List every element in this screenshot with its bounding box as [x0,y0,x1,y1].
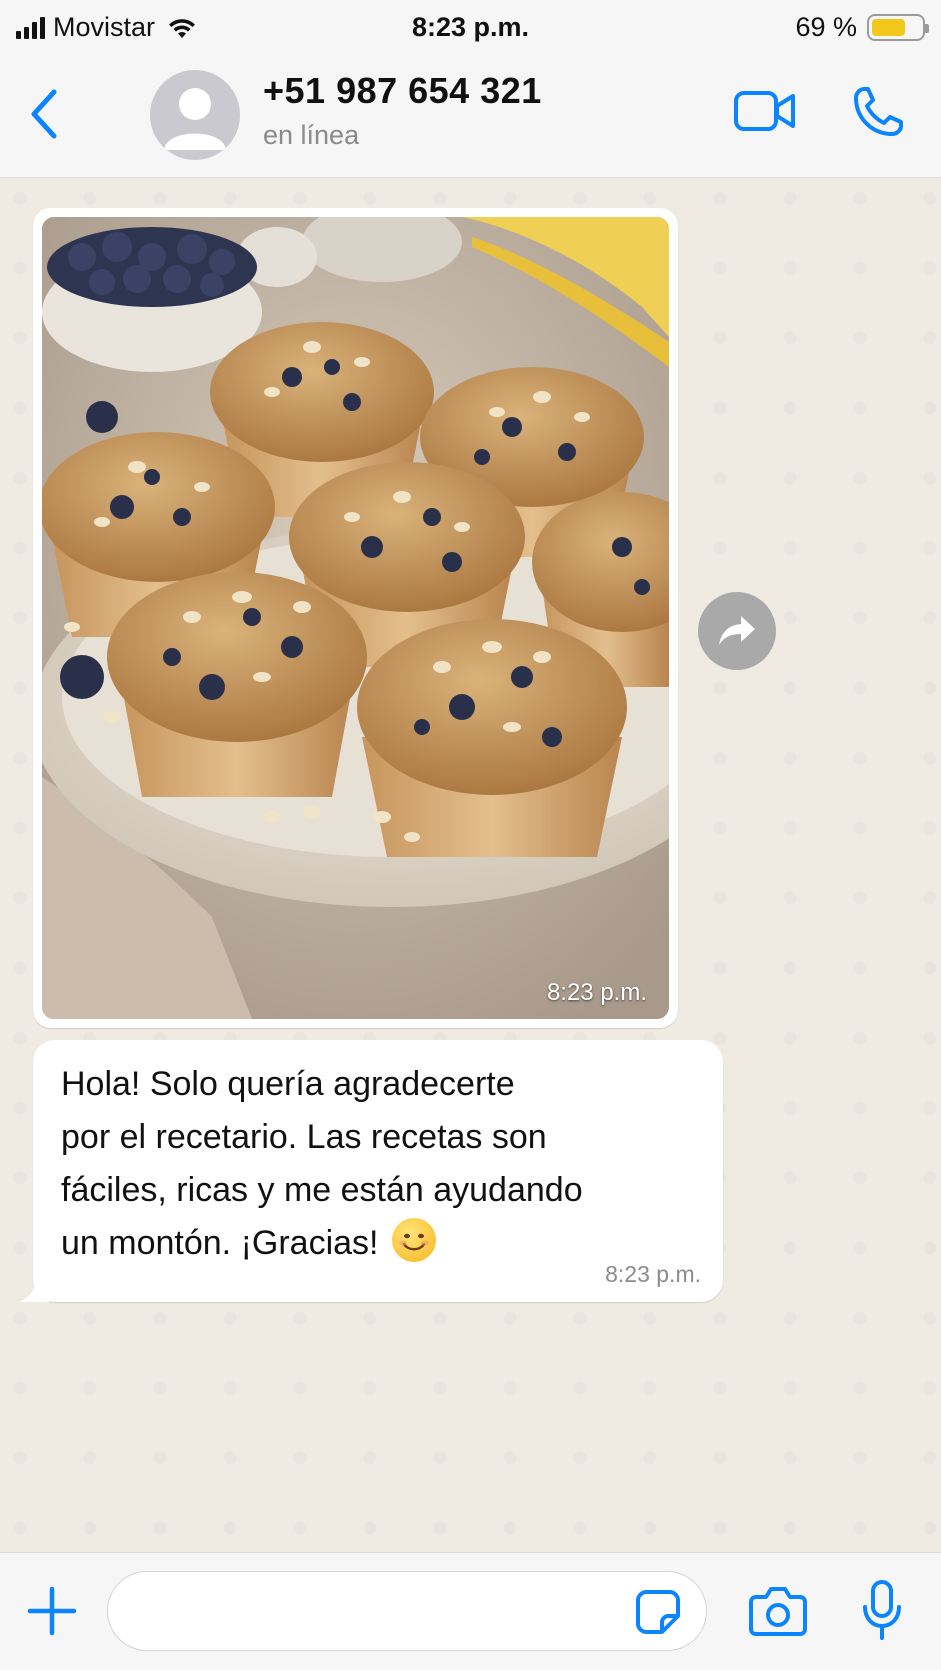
message-input[interactable] [107,1571,707,1651]
status-bar: Movistar 8:23 p.m. 69 % [0,0,941,54]
battery-icon [867,14,929,41]
back-chevron-icon[interactable] [24,84,64,144]
input-bar [0,1552,941,1670]
status-bar-right: 69 % [795,12,929,43]
avatar-icon[interactable] [150,70,240,160]
chat-header: +51 987 654 321 en línea [0,54,941,178]
video-call-icon[interactable] [733,86,797,136]
contact-name[interactable]: +51 987 654 321 [263,70,542,112]
smiling-face-emoji-icon [391,1218,436,1262]
forward-arrow-icon [719,616,755,645]
microphone-icon[interactable] [860,1579,904,1641]
image-message-bubble[interactable]: 8:23 p.m. [33,208,678,1028]
battery-percent: 69 % [795,12,857,42]
message-line: fáciles, ricas y me están ayudando [61,1171,583,1209]
battery-level [872,19,906,36]
sticker-icon[interactable] [634,1588,682,1636]
message-line-with-emoji: un montón. ¡Gracias! [61,1217,691,1270]
text-message-time: 8:23 p.m. [605,1261,701,1287]
muffins-photo[interactable]: 8:23 p.m. [42,217,669,1019]
contact-status: en línea [263,120,360,150]
phone-call-icon[interactable] [850,84,906,140]
message-line: Hola! Solo quería agradecerte [61,1065,515,1103]
text-message-bubble[interactable]: Hola! Solo quería agradecerte por el rec… [19,1040,723,1302]
plus-icon[interactable] [26,1585,78,1637]
muffins-image [42,217,669,1019]
image-message-time: 8:23 p.m. [546,979,647,1006]
chat-area[interactable]: 8:23 p.m. Hola! Solo quería agradecerte … [0,178,941,1552]
bubble-tail [19,1278,49,1302]
message-line: un montón. ¡Gracias! [61,1224,388,1262]
message-line: por el recetario. Las recetas son [61,1118,547,1156]
message-text: Hola! Solo quería agradecerte por el rec… [61,1058,691,1270]
camera-icon[interactable] [748,1585,808,1637]
forward-button[interactable] [698,592,776,670]
